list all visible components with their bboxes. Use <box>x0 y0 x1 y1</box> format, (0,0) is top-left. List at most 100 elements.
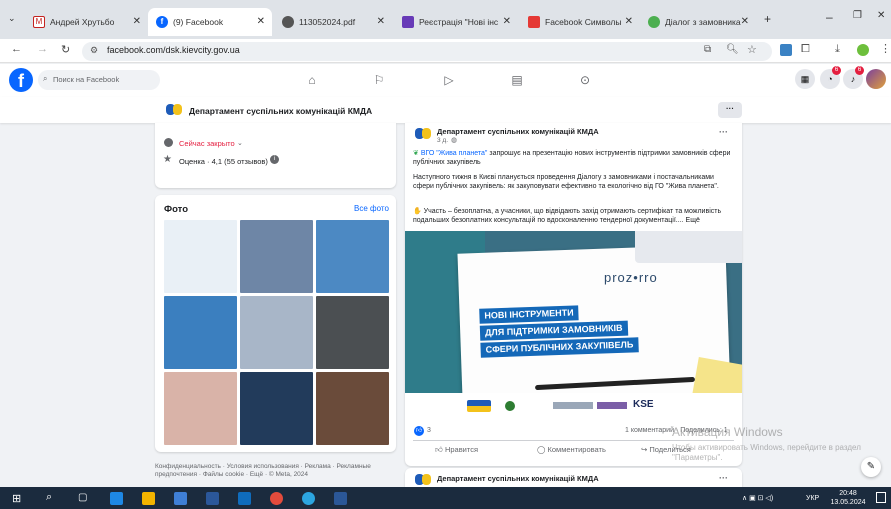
footer-links[interactable]: Конфиденциальность · Условия использован… <box>155 463 380 479</box>
messenger-badge: 6 <box>832 66 841 75</box>
telegram-icon[interactable] <box>302 492 315 505</box>
facebook-search-input[interactable]: ⌕ Поиск на Facebook <box>38 70 160 90</box>
app-icon-1[interactable] <box>174 492 187 505</box>
menu-kebab-icon[interactable]: ⋮ <box>880 42 891 55</box>
word-icon[interactable] <box>334 492 347 505</box>
task-view-icon[interactable]: ▢ <box>78 492 87 503</box>
clock-time[interactable]: 20:48 <box>828 490 868 497</box>
outlook-icon[interactable] <box>238 492 251 505</box>
windows-start-icon[interactable]: ⊞ <box>12 492 21 505</box>
web-icon <box>648 16 660 28</box>
close-window-icon[interactable]: ✕ <box>877 10 885 21</box>
post-more-icon[interactable]: ··· <box>719 473 728 483</box>
photo-tile[interactable] <box>316 372 389 445</box>
tab-gmail[interactable]: M Андрей Хрутьбо ✕ <box>25 8 148 36</box>
next-post-author[interactable]: Департамент суспільних комунікацій КМДА <box>437 474 599 483</box>
app-icon-2[interactable] <box>206 492 219 505</box>
sponsor-logos: KSE <box>405 393 742 420</box>
language-indicator[interactable]: УКР <box>806 495 819 502</box>
about-card: Сейчас закрыто ⌄ ★ Оценка · 4,1 (55 отзы… <box>155 123 396 188</box>
post-image[interactable]: proz•rro НОВІ ІНСТРУМЕНТИ ДЛЯ ПІДТРИМКИ … <box>405 231 742 420</box>
page-more-button[interactable]: ··· <box>718 102 742 118</box>
kse-logo: KSE <box>633 399 654 410</box>
reactions-count[interactable]: 3 <box>427 427 431 434</box>
tray-icons[interactable]: ∧ ▣ ⊡ ◁) <box>742 494 773 502</box>
post-author-avatar[interactable] <box>415 474 432 485</box>
tab-label: (9) Facebook <box>173 17 224 27</box>
post-author[interactable]: Департамент суспільних комунікацій КМДА <box>437 127 599 136</box>
see-all-photos-link[interactable]: Все фото <box>354 204 389 213</box>
close-tab-icon[interactable]: ✕ <box>377 16 385 27</box>
download-icon[interactable]: ⤓ <box>835 43 840 56</box>
url-text[interactable]: facebook.com/dsk.kievcity.gov.ua <box>107 45 240 55</box>
minimize-icon[interactable]: – <box>826 10 833 24</box>
new-message-icon[interactable]: ✎ <box>861 457 881 477</box>
maximize-icon[interactable]: ❐ <box>853 10 862 21</box>
chrome-icon[interactable] <box>270 492 283 505</box>
explorer-icon[interactable] <box>142 492 155 505</box>
taskbar-search-icon[interactable]: ⌕ <box>46 491 52 504</box>
menu-grid-icon[interactable]: ▦ <box>795 69 815 89</box>
like-button[interactable]: 👍︎ Нравится <box>435 445 515 459</box>
install-app-icon[interactable]: ⧉ <box>704 44 711 55</box>
page-title[interactable]: Департамент суспільних комунікацій КМДА <box>189 106 372 116</box>
tab-facebook[interactable]: f (9) Facebook ✕ <box>148 8 272 36</box>
tab-dialog[interactable]: Діалог з замовника ✕ <box>640 8 756 36</box>
hours-status[interactable]: Сейчас закрыто <box>179 139 235 148</box>
reload-icon[interactable]: ↻ <box>61 43 70 56</box>
profile-icon[interactable] <box>857 44 869 56</box>
post-paragraph-3: ✋ Участь – безоплатна, а учасники, що ві… <box>413 207 735 225</box>
comment-button[interactable]: ◯ Комментировать <box>537 445 627 459</box>
post-author-avatar[interactable] <box>415 128 432 139</box>
notification-center-icon[interactable] <box>876 492 886 503</box>
notifications-badge: 6 <box>855 66 864 75</box>
home-icon[interactable]: ⌂ <box>305 73 319 87</box>
chevron-down-icon[interactable]: ⌄ <box>237 139 243 147</box>
extensions-puzzle-icon[interactable]: ⧠ <box>801 43 810 56</box>
info-icon[interactable]: i <box>270 155 279 164</box>
clock-date[interactable]: 13.05.2024 <box>828 499 868 506</box>
share-icon: ↪ <box>641 445 648 454</box>
close-tab-icon[interactable]: ✕ <box>625 16 633 27</box>
tab-pdf[interactable]: 113052024.pdf ✕ <box>274 8 392 36</box>
photos-card: Фото Все фото <box>155 195 396 452</box>
leaf-icon: ❦ <box>413 150 419 157</box>
photo-tile[interactable] <box>164 372 237 445</box>
extension-icon[interactable] <box>780 44 792 56</box>
photo-tile[interactable] <box>240 372 313 445</box>
forward-icon[interactable]: → <box>37 43 48 55</box>
tab-symbols[interactable]: Facebook Символы ✕ <box>520 8 640 36</box>
close-tab-icon[interactable]: ✕ <box>741 16 749 27</box>
close-tab-icon[interactable]: ✕ <box>133 16 141 27</box>
photo-tile[interactable] <box>240 296 313 369</box>
back-icon[interactable]: ← <box>11 43 22 55</box>
tab-search-chevron-icon[interactable]: ⌄ <box>8 13 16 24</box>
close-tab-icon[interactable]: ✕ <box>503 16 511 27</box>
photo-tile[interactable] <box>164 296 237 369</box>
edge-icon[interactable] <box>110 492 123 505</box>
gaming-icon[interactable]: ⊙ <box>578 73 592 87</box>
photo-tile[interactable] <box>164 220 237 293</box>
photo-tile[interactable] <box>316 220 389 293</box>
like-label: Нравится <box>444 445 479 454</box>
activation-text: Чтобы активировать Windows, перейдите в … <box>672 443 861 462</box>
divider <box>413 440 734 441</box>
video-icon[interactable]: ▷ <box>442 73 456 87</box>
new-tab-icon[interactable]: + <box>764 12 771 26</box>
search-placeholder: Поиск на Facebook <box>53 75 120 84</box>
close-tab-icon[interactable]: ✕ <box>257 16 265 27</box>
tab-registration[interactable]: Реєстрація "Нові інс ✕ <box>394 8 518 36</box>
photo-tile[interactable] <box>316 296 389 369</box>
org-link[interactable]: ВГО "Жива планета" <box>421 150 488 157</box>
site-info-icon[interactable]: ⚙ <box>90 45 98 56</box>
flag-icon[interactable]: ⚐ <box>372 73 386 87</box>
zoom-icon[interactable]: 🔍︎ <box>726 44 739 55</box>
bookmark-star-icon[interactable]: ☆ <box>747 43 757 56</box>
hand-icon: ✋ <box>413 208 422 215</box>
post-more-icon[interactable]: ··· <box>719 127 728 137</box>
facebook-logo-icon[interactable]: f <box>9 68 33 92</box>
marketplace-icon[interactable]: ▤ <box>510 73 524 87</box>
photo-tile[interactable] <box>240 220 313 293</box>
avatar[interactable] <box>866 69 886 89</box>
post-time[interactable]: 3 д. <box>437 137 448 144</box>
